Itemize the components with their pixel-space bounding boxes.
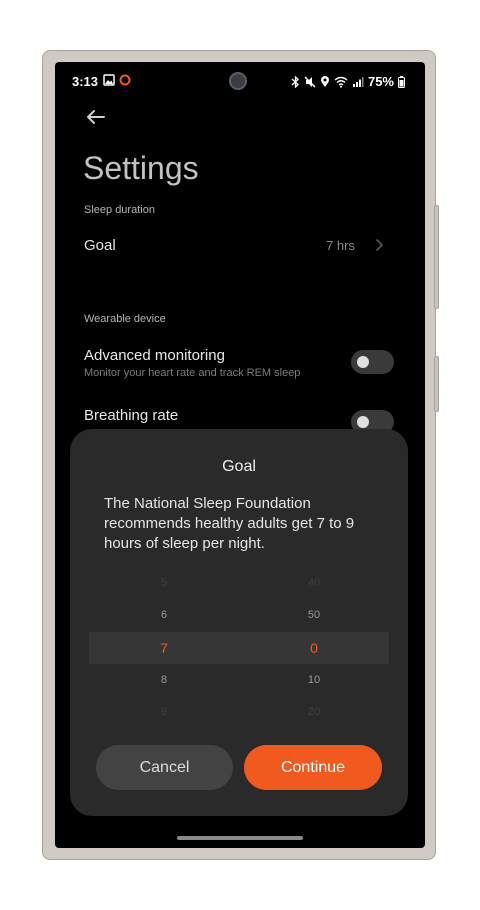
minutes-option[interactable]: 20 [284, 706, 344, 718]
cancel-button[interactable]: Cancel [96, 745, 233, 790]
goal-value: 7 hrs [326, 238, 355, 253]
image-icon [103, 74, 115, 86]
toggle-knob [357, 356, 369, 368]
mute-icon [304, 75, 316, 88]
continue-button[interactable]: Continue [244, 745, 382, 790]
minutes-wheel[interactable]: 40 50 0 10 20 [284, 567, 344, 727]
hours-option[interactable]: 6 [134, 609, 194, 621]
back-arrow-icon[interactable] [83, 104, 109, 130]
signal-icon [352, 76, 364, 87]
minutes-option[interactable]: 40 [284, 577, 344, 589]
status-time: 3:13 [72, 74, 99, 89]
dialog-description: The National Sleep Foundation recommends… [104, 495, 355, 552]
front-camera [229, 72, 247, 90]
section-label-sleep: Sleep duration [84, 204, 155, 216]
time-picker[interactable]: 5 6 7 8 9 40 50 0 10 20 [89, 567, 389, 727]
dialog-title: Goal [222, 458, 256, 475]
page-title: Settings [83, 150, 199, 186]
phone-screen: 3:13 75% Settings Sleep duration Goal 7 … [55, 62, 425, 848]
minutes-option[interactable]: 50 [284, 609, 344, 621]
breathing-rate-title: Breathing rate [84, 407, 179, 424]
volume-button [434, 205, 439, 309]
advanced-monitoring-title: Advanced monitoring [84, 347, 225, 364]
hours-option[interactable]: 5 [134, 577, 194, 589]
status-bar: 3:13 75% [55, 62, 425, 100]
hours-option[interactable]: 8 [134, 674, 194, 686]
advanced-monitoring-subtitle: Monitor your heart rate and track REM sl… [84, 367, 301, 379]
status-left-icons [103, 74, 131, 86]
section-label-wearable: Wearable device [84, 313, 166, 325]
toggle-knob [357, 416, 369, 428]
chevron-right-icon [376, 239, 384, 251]
battery-icon [398, 75, 405, 88]
bluetooth-icon [291, 75, 299, 88]
goal-label: Goal [84, 237, 116, 254]
wifi-icon [334, 76, 348, 88]
advanced-monitoring-toggle[interactable] [351, 350, 394, 374]
hours-option[interactable]: 9 [134, 706, 194, 718]
power-button [434, 356, 439, 412]
home-indicator[interactable] [177, 836, 303, 840]
goal-dialog: Goal The National Sleep Foundation recom… [70, 429, 408, 816]
minutes-option[interactable]: 10 [284, 674, 344, 686]
status-right-icons: 75% [291, 74, 405, 89]
hours-selected[interactable]: 7 [134, 640, 194, 656]
location-icon [320, 75, 329, 87]
battery-percent: 75% [367, 74, 394, 89]
hours-wheel[interactable]: 5 6 7 8 9 [134, 567, 194, 727]
record-icon [119, 74, 131, 86]
minutes-selected[interactable]: 0 [284, 640, 344, 656]
